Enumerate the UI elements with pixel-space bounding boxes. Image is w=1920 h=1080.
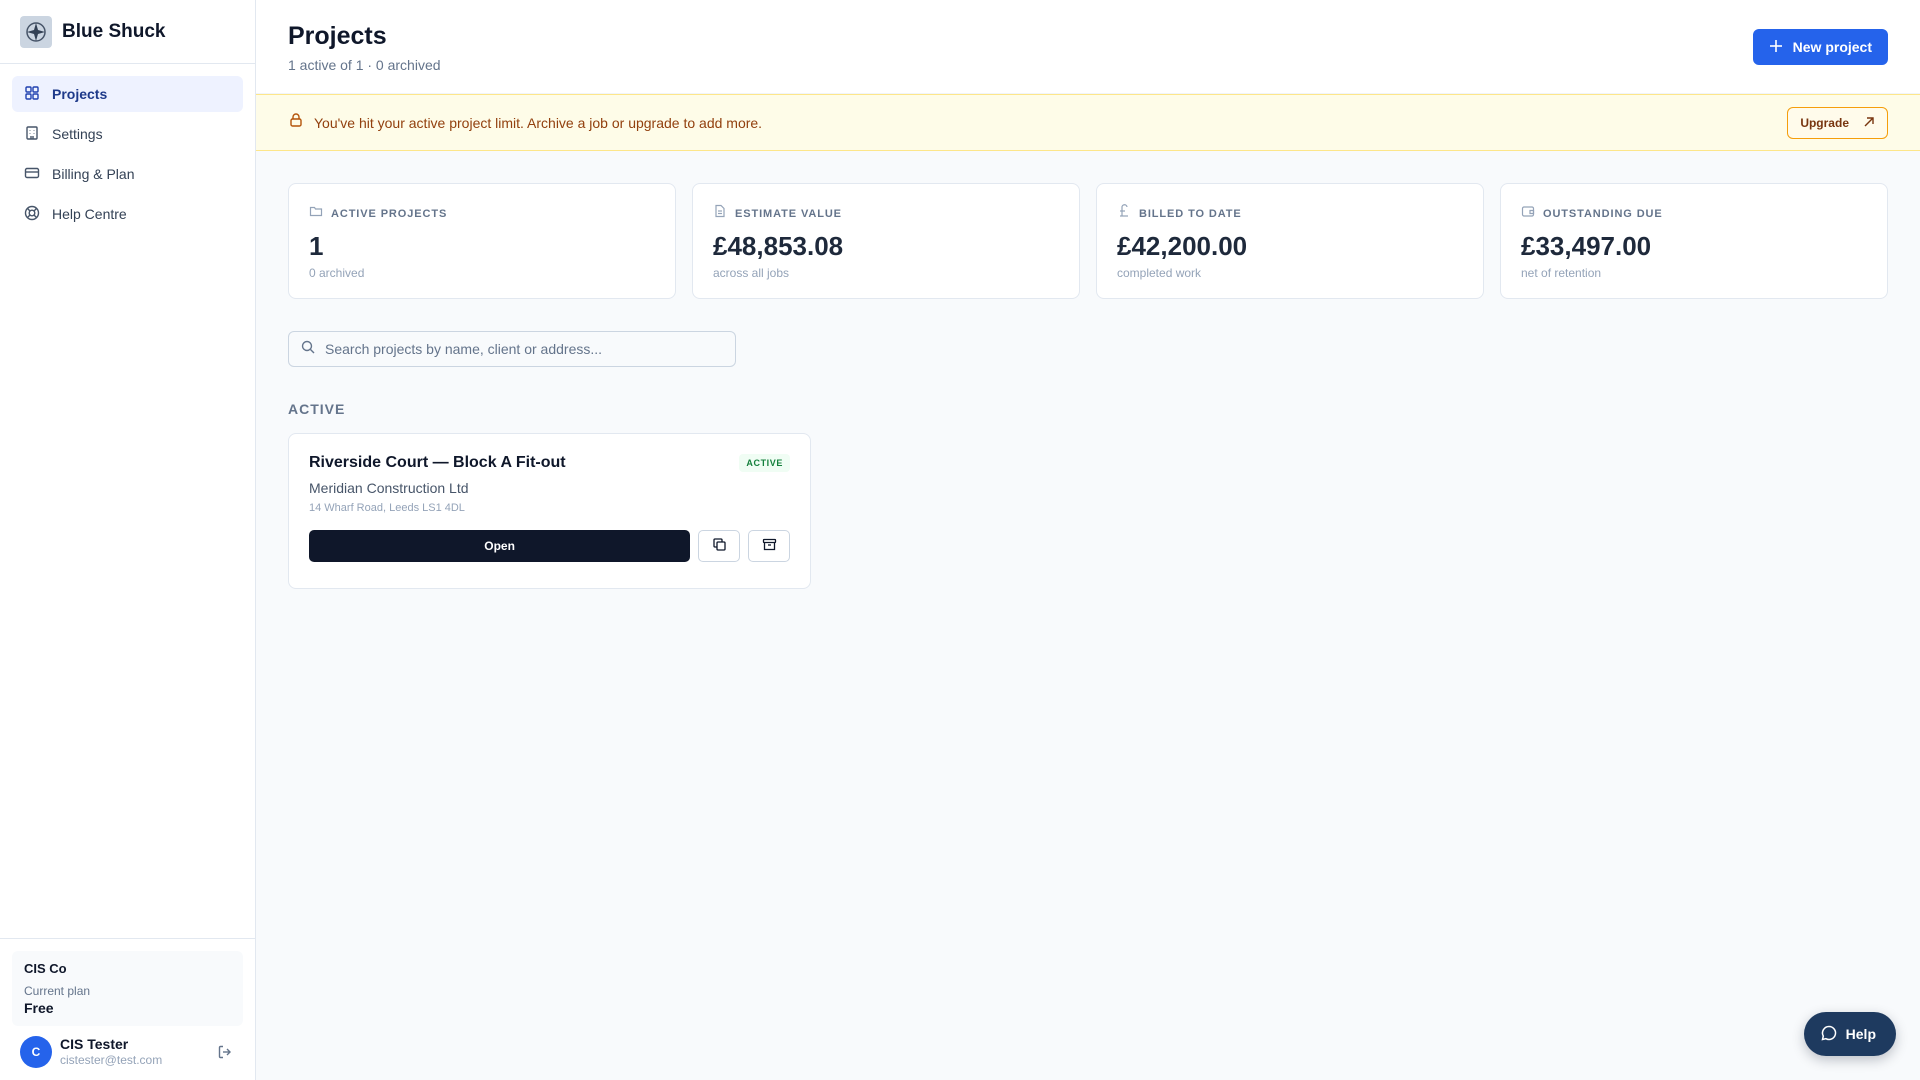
main-content: Projects 1 active of 1 · 0 archived New … <box>256 0 1920 1080</box>
project-address: 14 Wharf Road, Leeds LS1 4DL <box>309 502 465 514</box>
card-actions: Open <box>309 530 790 562</box>
avatar[interactable]: C <box>20 1036 52 1068</box>
page-header: Projects 1 active of 1 · 0 archived New … <box>256 0 1920 94</box>
stat-value: £33,497.00 <box>1521 231 1652 261</box>
stat-label: ESTIMATE VALUE <box>735 207 842 220</box>
stat-sub: completed work <box>1117 266 1202 280</box>
page-subtitle: 1 active of 1 · 0 archived <box>288 57 441 73</box>
folder-icon <box>309 204 323 223</box>
copy-icon <box>712 537 727 555</box>
stat-sub: 0 archived <box>309 266 365 280</box>
plan-org: CIS Co <box>24 961 67 976</box>
sidebar: Blue Shuck Projects Settings Billing & P… <box>0 0 256 1080</box>
open-project-button[interactable]: Open <box>309 530 691 562</box>
stat-label: OUTSTANDING DUE <box>1543 207 1663 220</box>
stat-card-billed-to-date: BILLED TO DATE £42,200.00 completed work <box>1096 183 1484 299</box>
banner-text: You've hit your active project limit. Ar… <box>314 114 763 131</box>
search-icon <box>301 340 315 359</box>
duplicate-button[interactable] <box>698 530 741 562</box>
section-title-active: ACTIVE <box>288 401 346 417</box>
sidebar-item-billing[interactable]: Billing & Plan <box>12 156 243 192</box>
brand[interactable]: Blue Shuck <box>0 0 255 64</box>
sidebar-nav: Projects Settings Billing & Plan Help Ce… <box>0 64 255 244</box>
sidebar-item-settings[interactable]: Settings <box>12 116 243 152</box>
stats-row: ACTIVE PROJECTS 1 0 archived ESTIMATE VA… <box>288 183 1888 299</box>
project-client: Meridian Construction Ltd <box>309 480 469 496</box>
user-row: C CIS Tester cistester@test.com <box>12 1026 243 1068</box>
plan-card: CIS Co Current plan Free <box>12 951 243 1026</box>
brand-logo-icon <box>20 15 52 48</box>
sidebar-item-label: Projects <box>52 86 108 102</box>
limit-banner: You've hit your active project limit. Ar… <box>256 94 1920 151</box>
brand-name: Blue Shuck <box>62 20 166 42</box>
help-button[interactable]: Help <box>1803 1012 1896 1056</box>
stat-value: 1 <box>309 231 324 261</box>
plus-icon <box>1769 39 1783 56</box>
sidebar-item-projects[interactable]: Projects <box>12 76 243 112</box>
stat-sub: net of retention <box>1521 266 1602 280</box>
plan-label: Current plan <box>24 984 91 998</box>
stat-label: BILLED TO DATE <box>1139 207 1242 220</box>
upgrade-label: Upgrade <box>1800 116 1849 130</box>
grid-icon <box>24 85 40 104</box>
search-input[interactable] <box>325 341 723 357</box>
sidebar-footer: CIS Co Current plan Free C CIS Tester ci… <box>0 938 255 1080</box>
archive-button[interactable] <box>748 530 790 562</box>
archive-icon <box>762 537 777 555</box>
building-icon <box>24 125 40 144</box>
project-name[interactable]: Riverside Court — Block A Fit-out <box>309 454 790 472</box>
status-badge: ACTIVE <box>739 454 790 472</box>
sidebar-item-label: Settings <box>52 126 103 142</box>
document-icon <box>713 204 727 223</box>
new-project-label: New project <box>1792 39 1872 55</box>
user-info: CIS Tester cistester@test.com <box>60 1036 207 1067</box>
stat-card-estimate-value: ESTIMATE VALUE £48,853.08 across all job… <box>692 183 1080 299</box>
help-label: Help <box>1845 1026 1876 1042</box>
page-title: Projects <box>288 22 387 50</box>
credit-card-icon <box>24 165 40 184</box>
new-project-button[interactable]: New project <box>1752 29 1888 65</box>
sidebar-item-label: Billing & Plan <box>52 166 135 182</box>
project-card: Riverside Court — Block A Fit-out ACTIVE… <box>288 433 811 589</box>
upgrade-button[interactable]: Upgrade <box>1787 107 1888 139</box>
stat-label: ACTIVE PROJECTS <box>331 207 448 220</box>
content: ACTIVE PROJECTS 1 0 archived ESTIMATE VA… <box>256 151 1920 621</box>
pound-icon <box>1117 204 1131 223</box>
sidebar-item-help-centre[interactable]: Help Centre <box>12 196 243 232</box>
sidebar-item-label: Help Centre <box>52 206 127 222</box>
lock-icon <box>288 112 304 133</box>
logout-icon[interactable] <box>215 1042 235 1062</box>
arrow-up-right-icon <box>1863 116 1875 131</box>
wallet-icon <box>1521 204 1535 223</box>
stat-value: £42,200.00 <box>1117 231 1248 261</box>
stat-card-outstanding-due: OUTSTANDING DUE £33,497.00 net of retent… <box>1500 183 1888 299</box>
user-email: cistester@test.com <box>60 1053 163 1068</box>
chat-bubble-icon <box>1820 1024 1838 1045</box>
stat-sub: across all jobs <box>713 266 790 280</box>
search-box <box>288 331 736 367</box>
lifebuoy-icon <box>24 205 40 224</box>
stat-value: £48,853.08 <box>713 231 844 261</box>
stat-card-active-projects: ACTIVE PROJECTS 1 0 archived <box>288 183 676 299</box>
user-name: CIS Tester <box>60 1036 129 1053</box>
plan-name: Free <box>24 1000 54 1016</box>
